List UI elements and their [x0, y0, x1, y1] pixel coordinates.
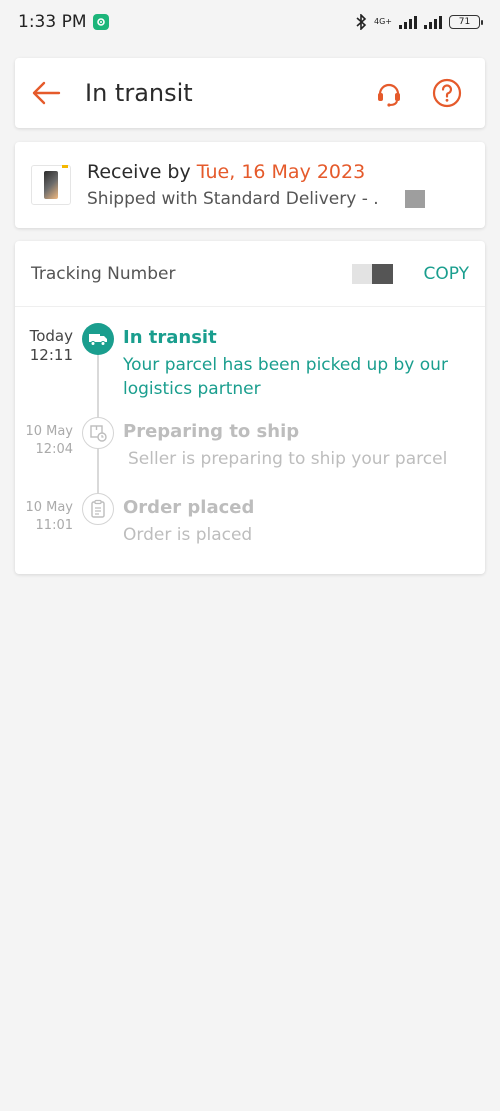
copy-tracking-button[interactable]: COPY	[423, 264, 469, 284]
tracking-card: Tracking Number COPY Today 12:11 In tran…	[15, 241, 485, 574]
tracking-number-row: Tracking Number COPY	[15, 241, 485, 307]
status-left: 1:33 PM	[18, 12, 109, 32]
event-description: Your parcel has been picked up by our lo…	[123, 355, 448, 399]
shipping-method-line: Shipped with Standard Delivery - .	[87, 189, 425, 209]
receive-by-label: Receive by	[87, 161, 197, 183]
event-description: Order is placed	[123, 525, 253, 545]
page-title: In transit	[85, 79, 193, 107]
clipboard-icon	[91, 499, 105, 518]
event-status-icon	[82, 323, 114, 355]
network-type-label: 4G+	[374, 17, 392, 26]
help-button[interactable]	[431, 77, 463, 109]
event-title: In transit	[123, 327, 217, 348]
status-bar: 1:33 PM 4G+ 71	[0, 0, 500, 44]
event-body: Preparing to ship Seller is preparing to…	[123, 421, 463, 471]
tracking-timeline: Today 12:11 In transit Your parcel has b…	[15, 307, 485, 545]
event-date: Today	[29, 327, 73, 345]
arrow-left-icon	[32, 81, 61, 105]
header-bar: In transit	[15, 58, 485, 128]
customer-support-button[interactable]	[373, 77, 405, 109]
event-timestamp: 10 May 11:01	[13, 499, 73, 535]
tracking-number-redacted	[352, 263, 394, 284]
redacted-block-dark	[372, 263, 394, 284]
security-app-icon	[92, 14, 109, 30]
battery-icon: 71	[449, 15, 483, 29]
event-date: 10 May	[25, 424, 73, 439]
event-date: 10 May	[25, 500, 73, 515]
redacted-block-light	[352, 263, 373, 284]
event-title: Order placed	[123, 497, 255, 518]
event-time: 12:04	[35, 442, 73, 457]
bluetooth-icon	[356, 14, 367, 30]
event-body: In transit Your parcel has been picked u…	[123, 327, 463, 401]
header-actions	[373, 77, 471, 109]
status-right: 4G+ 71	[355, 14, 483, 30]
product-tag	[62, 165, 68, 168]
headset-icon	[378, 83, 400, 107]
product-image	[44, 171, 58, 199]
event-title: Preparing to ship	[123, 421, 300, 442]
receive-by-date: Tue, 16 May 2023	[196, 161, 366, 183]
signal-strength-icon-2	[424, 15, 442, 29]
event-timestamp: Today 12:11	[13, 327, 73, 365]
event-time: 11:01	[35, 518, 73, 533]
question-circle-icon	[432, 78, 462, 108]
signal-strength-icon-1	[399, 15, 417, 29]
status-time: 1:33 PM	[18, 12, 87, 32]
redacted-block	[404, 190, 425, 208]
event-timestamp: 10 May 12:04	[13, 423, 73, 459]
event-time: 12:11	[29, 346, 73, 364]
receive-by-line: Receive by Tue, 16 May 2023	[87, 161, 425, 183]
package-clock-icon	[90, 425, 107, 442]
event-body: Order placed Order is placed	[123, 497, 463, 547]
truck-icon	[89, 334, 107, 346]
delivery-text: Receive by Tue, 16 May 2023 Shipped with…	[87, 161, 425, 209]
event-status-icon	[82, 417, 114, 449]
shipping-method: Shipped with Standard Delivery - .	[87, 189, 379, 209]
network-type: 4G+	[374, 18, 392, 26]
battery-level: 71	[458, 17, 471, 27]
delivery-info-card[interactable]: Receive by Tue, 16 May 2023 Shipped with…	[15, 142, 485, 228]
event-description: Seller is preparing to ship your parcel	[128, 449, 448, 469]
product-thumbnail	[31, 165, 71, 205]
event-status-icon	[82, 493, 114, 525]
back-button[interactable]	[29, 76, 63, 110]
tracking-number-label: Tracking Number	[31, 263, 176, 284]
